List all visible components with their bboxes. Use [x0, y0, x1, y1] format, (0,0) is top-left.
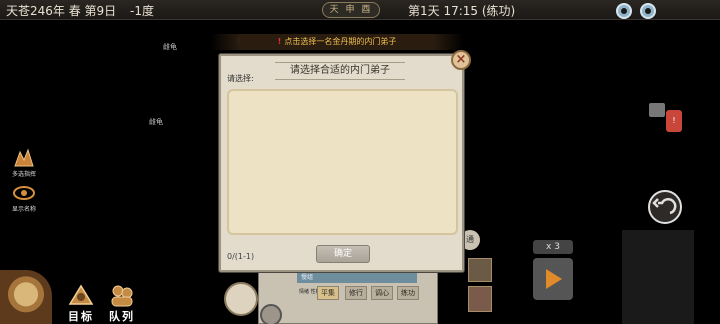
compass[interactable]: 天 申 酉 — [322, 2, 380, 18]
gourd-menu-button[interactable] — [0, 270, 52, 324]
selection-notice: ! 点击选择一名金丹期的内门弟子 — [210, 34, 464, 50]
disciple-list[interactable] — [227, 89, 458, 235]
disciple-portrait-button[interactable] — [224, 282, 258, 316]
alert-icon: ! — [277, 37, 282, 46]
target-label: 目标 — [68, 310, 94, 323]
team-button[interactable]: 队列 — [102, 282, 142, 323]
play-button[interactable] — [533, 258, 573, 300]
multi-select-button[interactable]: 多选指挥 — [4, 148, 44, 182]
team-label: 队列 — [109, 310, 135, 323]
target-icon — [68, 284, 94, 305]
back-button[interactable] — [648, 190, 682, 224]
back-arrow-icon — [652, 198, 677, 215]
show-names-button[interactable]: 显示名称 — [4, 183, 44, 217]
settings-icon[interactable] — [260, 304, 282, 324]
speed-indicator[interactable]: x 3 — [533, 240, 573, 254]
map-label[interactable]: 雌龟 — [163, 42, 177, 52]
dialog-title: 请选择合适的内门弟子 — [275, 62, 405, 80]
game-date: 天苍246年 春 第9日 — [6, 4, 117, 18]
tab-meditate[interactable]: 调心 — [371, 286, 393, 300]
scroll-icon[interactable] — [468, 286, 492, 312]
map-label[interactable]: 雌龟 — [149, 117, 163, 127]
building-icon[interactable] — [468, 258, 492, 282]
sidebar-item-label: 显示名称 — [11, 206, 36, 213]
settings-gear-icon[interactable] — [616, 3, 632, 19]
selection-count: 0/(1-1) — [227, 252, 255, 261]
minimap[interactable] — [622, 230, 694, 324]
multi-select-icon — [14, 148, 34, 167]
sidebar-item-label: 多选指挥 — [11, 171, 36, 178]
mail-icon[interactable] — [649, 103, 665, 117]
event-flag-icon[interactable]: ! — [666, 110, 682, 132]
target-button[interactable]: 目标 — [61, 282, 101, 323]
dialog-prompt: 请选择: — [227, 74, 254, 83]
tab-leisure[interactable]: 平集 — [317, 286, 339, 300]
team-icon — [111, 285, 133, 307]
top-status-bar: 天苍246年 春 第9日 -1度 天 申 酉 第1天 17:15 (练功) — [0, 0, 720, 20]
eye-icon — [13, 186, 35, 200]
options-gear-icon[interactable] — [640, 3, 656, 19]
temperature: -1度 — [130, 4, 154, 18]
close-icon[interactable]: × — [451, 50, 471, 70]
notice-text: 点击选择一名金丹期的内门弟子 — [284, 37, 397, 46]
select-disciple-dialog: 请选择合适的内门弟子 请选择: 0/(1-1) 确定 — [219, 54, 464, 272]
tab-cultivate[interactable]: 修行 — [345, 286, 367, 300]
selected-disciple[interactable]: 慢组 — [297, 273, 417, 283]
tab-practice[interactable]: 练功 — [397, 286, 419, 300]
confirm-button[interactable]: 确定 — [316, 245, 370, 263]
day-time: 第1天 17:15 (练功) — [408, 4, 516, 18]
